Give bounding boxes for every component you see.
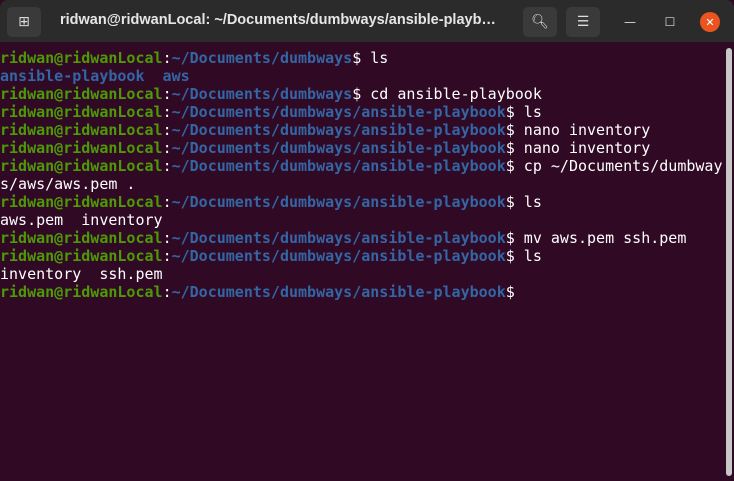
prompt-line: ridwan@ridwanLocal:~/Documents/dumbways$…: [0, 49, 722, 67]
hamburger-menu-icon: ☰: [576, 14, 590, 30]
prompt-path: ~/Documents/dumbways/ansible-playbook: [171, 193, 506, 211]
new-tab-button[interactable]: ⊞: [7, 7, 41, 37]
prompt-separator: :: [162, 193, 172, 211]
window-title: ridwan@ridwanLocal: ~/Documents/dumbways…: [60, 12, 496, 28]
command-text: $: [505, 283, 515, 301]
prompt-line: ridwan@ridwanLocal:~/Documents/dumbways/…: [0, 121, 722, 139]
minimize-icon: —: [624, 15, 636, 29]
prompt-path: ~/Documents/dumbways/ansible-playbook: [171, 139, 506, 157]
terminal-output[interactable]: ridwan@ridwanLocal:~/Documents/dumbways$…: [0, 42, 722, 481]
prompt-line: ridwan@ridwanLocal:~/Documents/dumbways/…: [0, 283, 722, 301]
prompt-line: ridwan@ridwanLocal:~/Documents/dumbways/…: [0, 229, 722, 247]
prompt-path: ~/Documents/dumbways: [171, 49, 353, 67]
prompt-separator: :: [162, 283, 172, 301]
prompt-user: ridwan@ridwanLocal: [0, 49, 163, 67]
minimize-button[interactable]: —: [620, 12, 640, 32]
prompt-path: ~/Documents/dumbways/ansible-playbook: [171, 229, 506, 247]
search-button[interactable]: 🔍︎: [523, 7, 557, 37]
prompt-separator: :: [162, 49, 172, 67]
prompt-path: ~/Documents/dumbways/ansible-playbook: [171, 103, 506, 121]
scrollbar[interactable]: [726, 48, 732, 476]
command-text: $ cd ansible-playbook: [352, 85, 542, 103]
command-text: $ mv aws.pem ssh.pem: [505, 229, 687, 247]
command-text: $ nano inventory: [505, 139, 651, 157]
prompt-path: ~/Documents/dumbways/ansible-playbook: [171, 157, 506, 175]
output-line: s/aws/aws.pem .: [0, 175, 722, 193]
search-icon: 🔍︎: [531, 14, 549, 30]
command-text: $ nano inventory: [505, 121, 651, 139]
prompt-separator: :: [162, 85, 172, 103]
prompt-separator: :: [162, 121, 172, 139]
new-tab-icon: ⊞: [18, 14, 30, 30]
prompt-user: ridwan@ridwanLocal: [0, 193, 163, 211]
prompt-line: ridwan@ridwanLocal:~/Documents/dumbways/…: [0, 247, 722, 265]
maximize-button[interactable]: ☐: [660, 12, 680, 32]
command-text: $ ls: [505, 103, 542, 121]
output-line: aws.pem inventory: [0, 211, 722, 229]
prompt-separator: :: [162, 139, 172, 157]
output-line: inventory ssh.pem: [0, 265, 722, 283]
output-line: ansible-playbook aws: [0, 67, 722, 85]
prompt-line: ridwan@ridwanLocal:~/Documents/dumbways/…: [0, 103, 722, 121]
menu-button[interactable]: ☰: [566, 7, 600, 37]
prompt-separator: :: [162, 247, 172, 265]
command-text: $ cp ~/Documents/dumbway: [505, 157, 723, 175]
prompt-path: ~/Documents/dumbways/ansible-playbook: [171, 283, 506, 301]
output-text: s/aws/aws.pem .: [0, 175, 136, 193]
prompt-separator: :: [162, 103, 172, 121]
prompt-path: ~/Documents/dumbways/ansible-playbook: [171, 121, 506, 139]
prompt-separator: :: [162, 229, 172, 247]
prompt-line: ridwan@ridwanLocal:~/Documents/dumbways/…: [0, 139, 722, 157]
output-text: inventory ssh.pem: [0, 265, 163, 283]
prompt-user: ridwan@ridwanLocal: [0, 157, 163, 175]
prompt-user: ridwan@ridwanLocal: [0, 121, 163, 139]
output-text: aws.pem inventory: [0, 211, 163, 229]
close-button[interactable]: ✕: [700, 12, 720, 32]
command-text: $ ls: [505, 193, 542, 211]
prompt-separator: :: [162, 157, 172, 175]
prompt-user: ridwan@ridwanLocal: [0, 85, 163, 103]
prompt-path: ~/Documents/dumbways: [171, 85, 353, 103]
prompt-user: ridwan@ridwanLocal: [0, 103, 163, 121]
prompt-path: ~/Documents/dumbways/ansible-playbook: [171, 247, 506, 265]
command-text: $ ls: [352, 49, 389, 67]
directory-listing: ansible-playbook aws: [0, 67, 190, 85]
maximize-icon: ☐: [664, 15, 676, 29]
prompt-user: ridwan@ridwanLocal: [0, 247, 163, 265]
title-bar: ⊞ ridwan@ridwanLocal: ~/Documents/dumbwa…: [0, 0, 734, 42]
terminal-window: ⊞ ridwan@ridwanLocal: ~/Documents/dumbwa…: [0, 0, 734, 481]
command-text: $ ls: [505, 247, 542, 265]
prompt-user: ridwan@ridwanLocal: [0, 283, 163, 301]
prompt-user: ridwan@ridwanLocal: [0, 139, 163, 157]
prompt-line: ridwan@ridwanLocal:~/Documents/dumbways/…: [0, 193, 722, 211]
prompt-line: ridwan@ridwanLocal:~/Documents/dumbways$…: [0, 85, 722, 103]
prompt-line: ridwan@ridwanLocal:~/Documents/dumbways/…: [0, 157, 722, 175]
close-icon: ✕: [705, 15, 715, 29]
prompt-user: ridwan@ridwanLocal: [0, 229, 163, 247]
